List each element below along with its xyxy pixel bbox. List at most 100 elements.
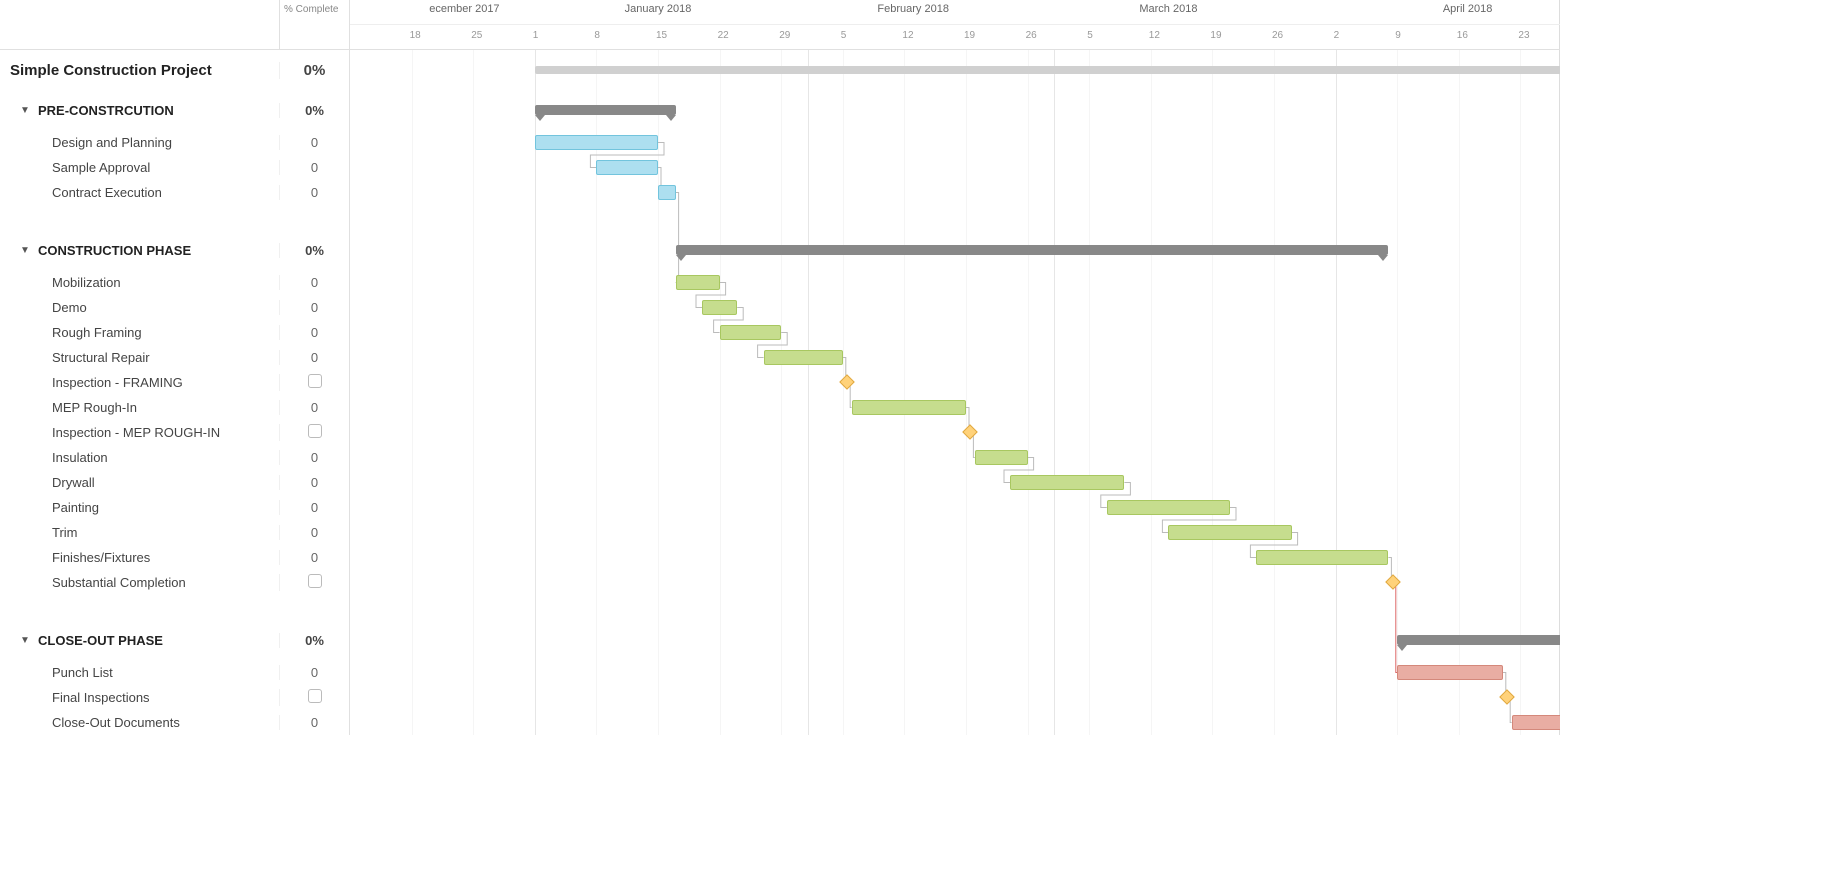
green-bar[interactable] bbox=[1010, 475, 1124, 490]
pct-cell: 0% bbox=[279, 243, 349, 258]
task-row[interactable]: Sample Approval0 bbox=[0, 155, 349, 180]
task-name: CONSTRUCTION PHASE bbox=[38, 243, 191, 258]
collapse-icon[interactable]: ▼ bbox=[20, 245, 32, 256]
task-row[interactable]: Contract Execution0 bbox=[0, 180, 349, 205]
green-bar[interactable] bbox=[1256, 550, 1388, 565]
week-label: 29 bbox=[779, 30, 790, 41]
milestone-checkbox[interactable] bbox=[308, 689, 322, 703]
pct-cell: 0 bbox=[279, 185, 349, 200]
green-bar[interactable] bbox=[852, 400, 966, 415]
pct-cell: 0 bbox=[279, 275, 349, 290]
task-row[interactable]: Design and Planning0 bbox=[0, 130, 349, 155]
phase-row[interactable]: ▼ CONSTRUCTION PHASE 0% bbox=[0, 230, 349, 270]
week-label: 16 bbox=[1457, 30, 1468, 41]
green-bar[interactable] bbox=[1107, 500, 1230, 515]
task-row[interactable]: Demo 0 bbox=[0, 295, 349, 320]
task-row[interactable]: Punch List0 bbox=[0, 660, 349, 685]
month-label: ecember 2017 bbox=[429, 3, 499, 15]
red-bar[interactable] bbox=[1397, 665, 1503, 680]
bar-row bbox=[350, 50, 1560, 90]
pct-cell bbox=[279, 424, 349, 441]
task-row[interactable]: Close-Out Documents0 bbox=[0, 710, 349, 735]
task-name: CLOSE-OUT PHASE bbox=[38, 633, 163, 648]
milestone-diamond[interactable] bbox=[1385, 574, 1401, 590]
milestone-diamond[interactable] bbox=[1499, 689, 1515, 705]
project-row[interactable]: Simple Construction Project0% bbox=[0, 50, 349, 90]
blue-bar[interactable] bbox=[535, 135, 658, 150]
bar-row bbox=[350, 395, 1560, 420]
gap-row bbox=[0, 205, 349, 230]
task-name: Demo bbox=[52, 300, 87, 315]
bar-row bbox=[350, 130, 1560, 155]
week-label: 19 bbox=[1210, 30, 1221, 41]
bar-row bbox=[350, 595, 1560, 620]
task-row[interactable]: Inspection - MEP ROUGH-IN bbox=[0, 420, 349, 445]
task-row[interactable]: MEP Rough-In0 bbox=[0, 395, 349, 420]
milestone-checkbox[interactable] bbox=[308, 574, 322, 588]
green-bar[interactable] bbox=[764, 350, 843, 365]
blue-bar[interactable] bbox=[596, 160, 658, 175]
pct-cell: 0 bbox=[279, 715, 349, 730]
task-name: Painting bbox=[52, 500, 99, 515]
bar-row bbox=[350, 495, 1560, 520]
week-label: 26 bbox=[1272, 30, 1283, 41]
milestone-diamond[interactable] bbox=[963, 424, 979, 440]
week-label: 12 bbox=[1149, 30, 1160, 41]
milestone-checkbox[interactable] bbox=[308, 374, 322, 388]
task-row[interactable]: Final Inspections bbox=[0, 685, 349, 710]
task-row[interactable]: Rough Framing0 bbox=[0, 320, 349, 345]
week-label: 5 bbox=[841, 30, 847, 41]
bar-row bbox=[350, 420, 1560, 445]
task-row[interactable]: Trim0 bbox=[0, 520, 349, 545]
timeline-panel[interactable]: ecember 2017January 2018February 2018Mar… bbox=[350, 0, 1560, 735]
task-row[interactable]: Inspection - FRAMING bbox=[0, 370, 349, 395]
gantt-chart: % Complete Simple Construction Project0%… bbox=[0, 0, 1560, 735]
green-bar[interactable] bbox=[702, 300, 737, 315]
week-label: 12 bbox=[902, 30, 913, 41]
pct-cell: 0 bbox=[279, 500, 349, 515]
bar-row bbox=[350, 570, 1560, 595]
pct-cell: 0% bbox=[279, 62, 349, 79]
bar-row bbox=[350, 620, 1560, 660]
green-bar[interactable] bbox=[1168, 525, 1291, 540]
bar-row bbox=[350, 295, 1560, 320]
task-name: Rough Framing bbox=[52, 325, 142, 340]
task-name: Insulation bbox=[52, 450, 108, 465]
pct-cell: 0 bbox=[279, 525, 349, 540]
green-bar[interactable] bbox=[975, 450, 1028, 465]
task-table-header: % Complete bbox=[0, 0, 349, 50]
gap-row bbox=[0, 595, 349, 620]
phase-row[interactable]: ▼PRE-CONSTRCUTION0% bbox=[0, 90, 349, 130]
task-row[interactable]: Mobilization 0 bbox=[0, 270, 349, 295]
red-bar[interactable] bbox=[1512, 715, 1560, 730]
task-row[interactable]: Structural Repair0 bbox=[0, 345, 349, 370]
pct-complete-header: % Complete bbox=[279, 0, 349, 49]
week-label: 2 bbox=[1334, 30, 1340, 41]
collapse-icon[interactable]: ▼ bbox=[20, 635, 32, 646]
phase-row[interactable]: ▼CLOSE-OUT PHASE0% bbox=[0, 620, 349, 660]
summary-bar bbox=[1397, 635, 1560, 645]
milestone-checkbox[interactable] bbox=[308, 424, 322, 438]
timeline-header: ecember 2017January 2018February 2018Mar… bbox=[350, 0, 1560, 50]
task-row[interactable]: Finishes/Fixtures 0 bbox=[0, 545, 349, 570]
bar-row bbox=[350, 470, 1560, 495]
pct-cell: 0 bbox=[279, 300, 349, 315]
summary-bar bbox=[535, 105, 676, 115]
task-name: Mobilization bbox=[52, 275, 121, 290]
milestone-diamond[interactable] bbox=[839, 374, 855, 390]
bar-row bbox=[350, 230, 1560, 270]
task-name: Substantial Completion bbox=[52, 575, 186, 590]
pct-cell: 0 bbox=[279, 550, 349, 565]
collapse-icon[interactable]: ▼ bbox=[20, 105, 32, 116]
month-label: February 2018 bbox=[877, 3, 949, 15]
task-row[interactable]: Substantial Completion bbox=[0, 570, 349, 595]
task-name: Punch List bbox=[52, 665, 113, 680]
green-bar[interactable] bbox=[720, 325, 782, 340]
bar-row bbox=[350, 180, 1560, 205]
task-row[interactable]: Drywall0 bbox=[0, 470, 349, 495]
task-row[interactable]: Insulation0 bbox=[0, 445, 349, 470]
green-bar[interactable] bbox=[676, 275, 720, 290]
task-row[interactable]: Painting 0 bbox=[0, 495, 349, 520]
task-name: Finishes/Fixtures bbox=[52, 550, 150, 565]
blue-bar[interactable] bbox=[658, 185, 676, 200]
